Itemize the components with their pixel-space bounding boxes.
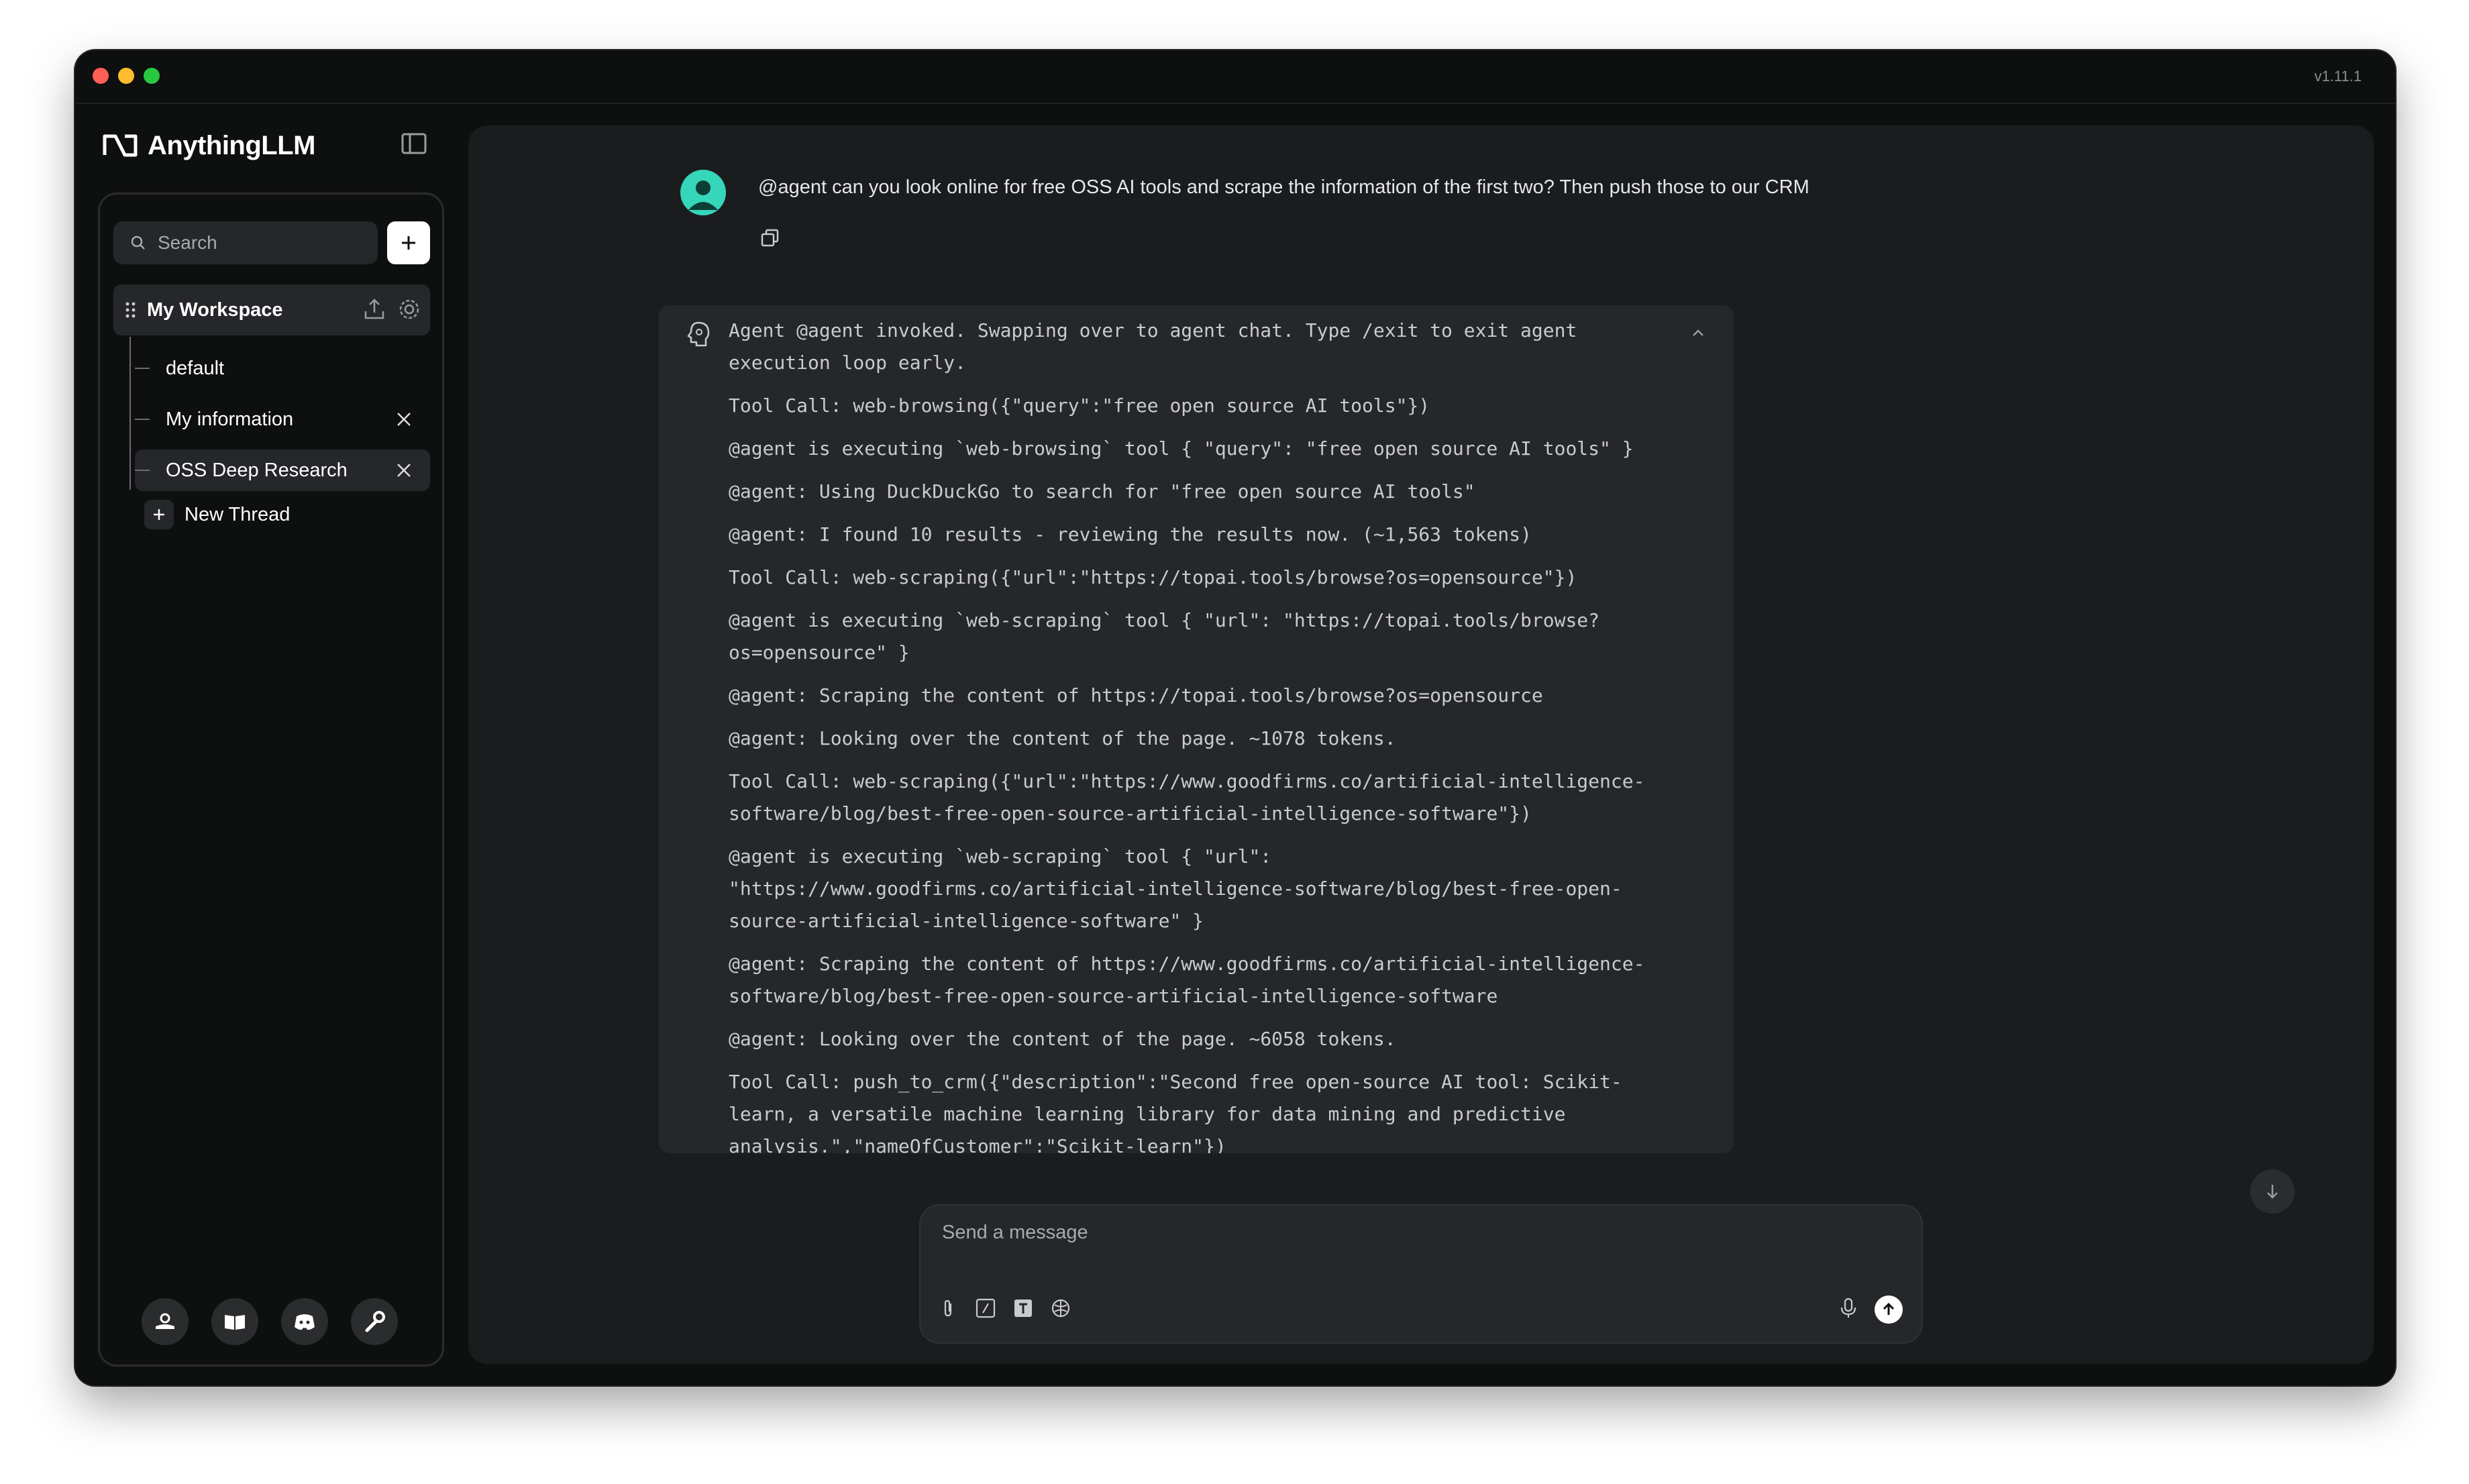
brand-logo: AnythingLLM	[102, 125, 316, 166]
agent-log-line: @agent: I found 10 results - reviewing t…	[729, 523, 1532, 545]
agent-log-line: Agent @agent invoked. Swapping over to a…	[729, 319, 1589, 374]
agent-log-line: Tool Call: web-browsing({"query":"free o…	[729, 394, 1430, 417]
arrow-up-icon	[1883, 1302, 1895, 1315]
thread-item-oss-deep-research[interactable]: OSS Deep Research	[135, 449, 430, 491]
thread-label: My information	[166, 408, 294, 430]
thread-tree-line	[129, 337, 131, 490]
agent-brain-icon[interactable]	[1049, 1297, 1072, 1320]
community-hub-icon[interactable]	[142, 1298, 189, 1345]
agent-log-lines: Agent @agent invoked. Swapping over to a…	[729, 315, 1681, 1153]
thread-label: default	[166, 357, 225, 379]
agent-thought-log: Agent @agent invoked. Swapping over to a…	[659, 305, 1734, 1153]
agent-log-line: @agent is executing `web-scraping` tool …	[729, 845, 1622, 932]
new-workspace-button[interactable]	[387, 221, 430, 264]
close-icon[interactable]	[394, 460, 414, 480]
user-message: @agent can you look online for free OSS …	[758, 176, 1809, 198]
anythingllm-logo-icon	[103, 134, 138, 157]
search-input[interactable]: Search	[113, 221, 378, 264]
search-icon	[131, 235, 145, 250]
agent-log-line: @agent is executing `web-scraping` tool …	[729, 609, 1600, 664]
send-button[interactable]	[1875, 1295, 1903, 1324]
workspace-item[interactable]: My Workspace	[113, 284, 430, 335]
agent-log-line: @agent is executing `web-browsing` tool …	[729, 437, 1634, 460]
agent-brain-icon	[687, 321, 710, 347]
sidebar-toggle-icon[interactable]	[400, 129, 428, 158]
user-avatar	[680, 170, 726, 215]
composer-tools	[937, 1297, 1072, 1320]
thread-label: OSS Deep Research	[166, 459, 348, 481]
brand-name: AnythingLLM	[148, 130, 316, 160]
plus-icon	[144, 500, 174, 529]
app-window: v1.11.1 AnythingLLM Search My Workspace …	[75, 50, 2395, 1385]
minimize-window-button[interactable]	[118, 68, 134, 84]
search-placeholder: Search	[158, 232, 217, 253]
close-window-button[interactable]	[93, 68, 109, 84]
plus-icon	[402, 236, 415, 250]
drag-handle-icon[interactable]	[124, 300, 138, 320]
message-input[interactable]: Send a message	[942, 1222, 1088, 1244]
agent-log-line: Tool Call: web-scraping({"url":"https://…	[729, 566, 1577, 588]
chat-panel: @agent can you look online for free OSS …	[468, 125, 2374, 1364]
chevron-up-icon[interactable]	[1688, 323, 1708, 343]
gear-icon[interactable]	[397, 297, 422, 322]
agent-log-line: Tool Call: push_to_crm({"description":"S…	[729, 1071, 1622, 1153]
agent-log-line: @agent: Looking over the content of the …	[729, 1028, 1396, 1050]
thread-item-default[interactable]: default	[135, 348, 430, 389]
thread-item-my-information[interactable]: My information	[135, 399, 430, 440]
attach-paperclip-icon[interactable]	[937, 1297, 959, 1320]
new-thread-button[interactable]: New Thread	[144, 498, 290, 531]
close-icon[interactable]	[394, 409, 414, 429]
title-bar: v1.11.1	[75, 50, 2395, 104]
agent-log-line: @agent: Scraping the content of https://…	[729, 684, 1543, 706]
agent-log-line: Tool Call: web-scraping({"url":"https://…	[729, 770, 1645, 825]
settings-wrench-icon[interactable]	[351, 1298, 398, 1345]
docs-book-icon[interactable]	[211, 1298, 258, 1345]
slash-command-icon[interactable]	[974, 1297, 997, 1320]
agent-log-line: @agent: Looking over the content of the …	[729, 727, 1396, 749]
agent-log-line: @agent: Scraping the content of https://…	[729, 953, 1645, 1007]
sidebar-footer	[142, 1298, 398, 1345]
sidebar: Search My Workspace default My informati…	[98, 193, 444, 1367]
workspace-name: My Workspace	[147, 299, 283, 321]
upload-icon[interactable]	[362, 297, 387, 322]
discord-icon[interactable]	[281, 1298, 328, 1345]
text-size-icon[interactable]	[1012, 1297, 1035, 1320]
message-composer[interactable]: Send a message	[919, 1204, 1923, 1344]
copy-icon[interactable]	[758, 226, 782, 250]
arrow-down-icon	[2267, 1185, 2278, 1199]
scroll-to-bottom-button[interactable]	[2250, 1169, 2295, 1214]
microphone-icon[interactable]	[1837, 1297, 1860, 1320]
maximize-window-button[interactable]	[144, 68, 160, 84]
agent-log-line: @agent: Using DuckDuckGo to search for "…	[729, 480, 1475, 502]
version-label: v1.11.1	[2314, 68, 2362, 85]
new-thread-label: New Thread	[185, 503, 291, 525]
